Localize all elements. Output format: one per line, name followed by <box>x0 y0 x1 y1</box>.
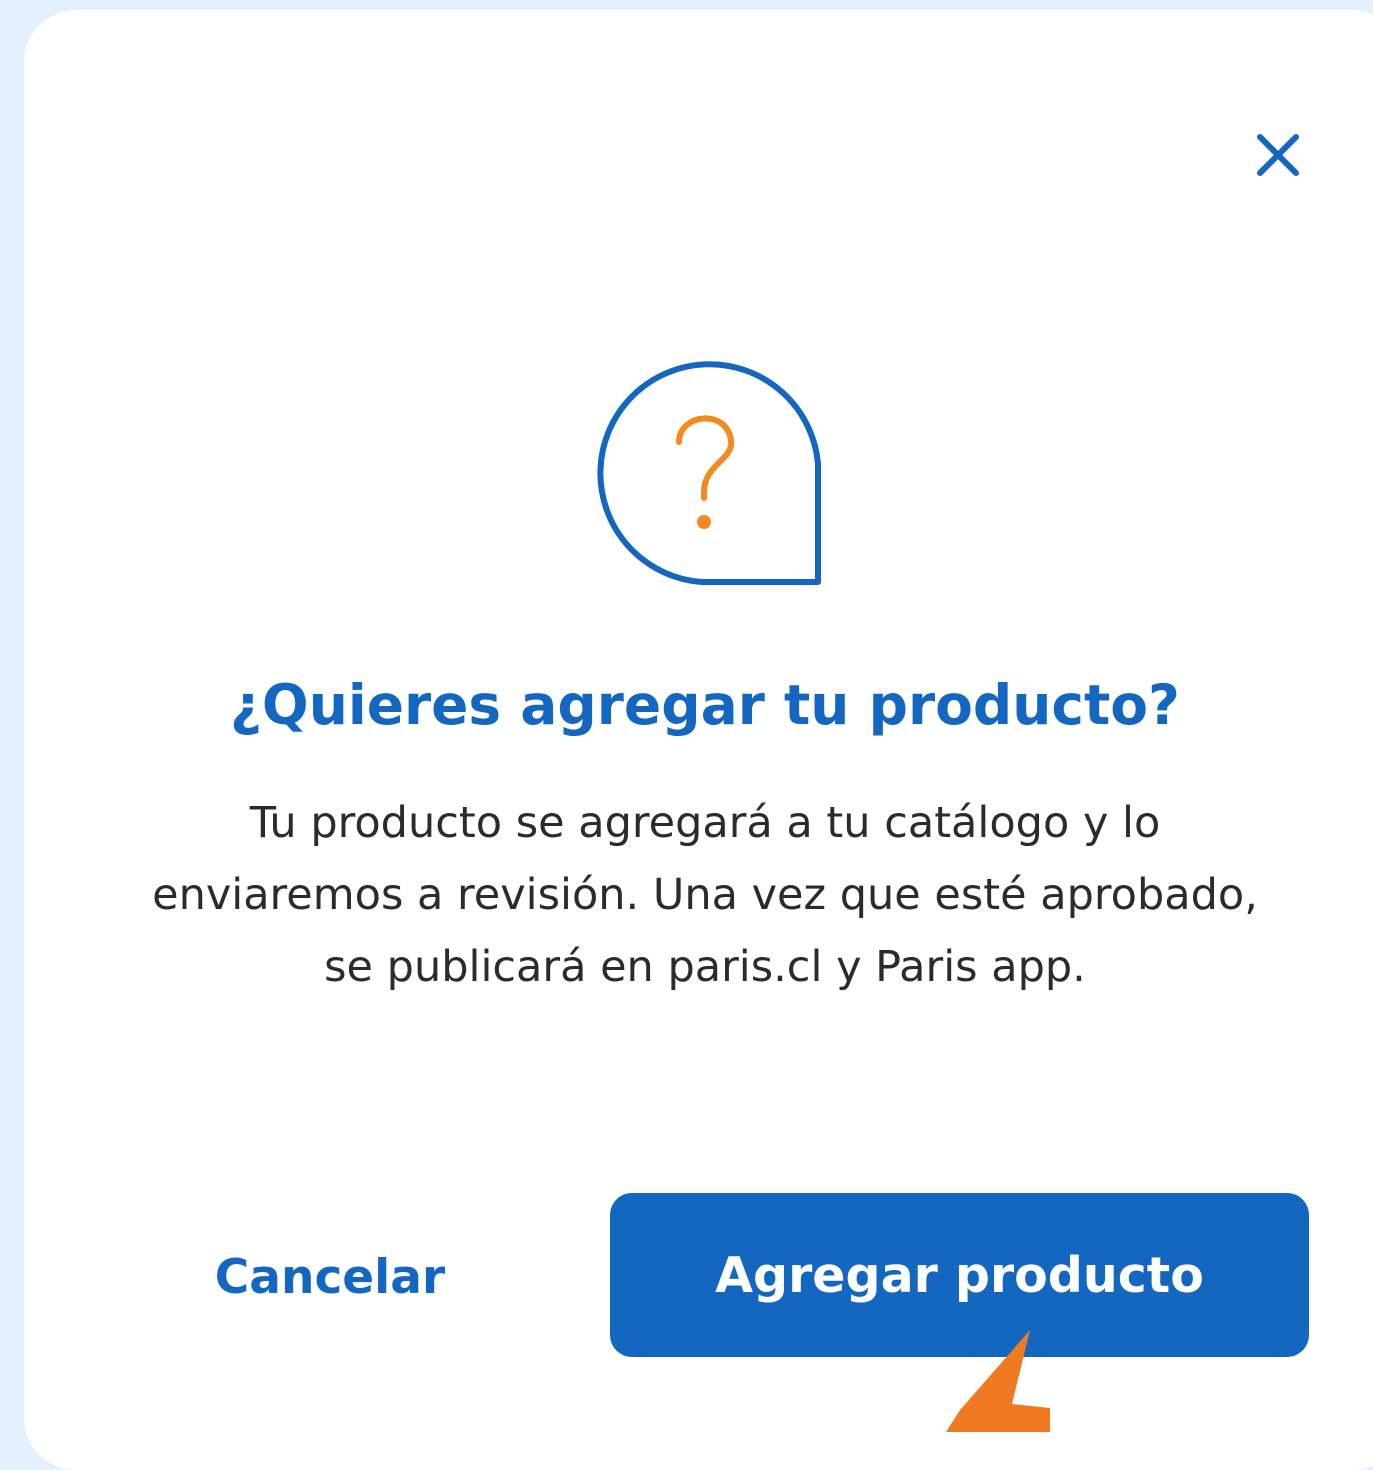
description-line: se publicará en paris.cl y Paris app. <box>324 942 1086 992</box>
dialog-title: ¿Quieres agregar tu producto? <box>230 673 1180 737</box>
question-bubble-icon <box>584 352 828 596</box>
close-icon <box>1257 134 1299 176</box>
pointer-arrow-icon <box>940 1330 1050 1432</box>
cancel-button[interactable]: Cancelar <box>180 1232 480 1322</box>
dialog-description: Tu producto se agregará a tu catálogo y … <box>0 787 1373 1003</box>
description-line: Tu producto se agregará a tu catálogo y … <box>249 798 1161 848</box>
close-button[interactable] <box>1233 110 1323 200</box>
description-line: enviaremos a revisión. Una vez que esté … <box>152 870 1258 920</box>
add-product-button-label: Agregar producto <box>715 1246 1204 1304</box>
